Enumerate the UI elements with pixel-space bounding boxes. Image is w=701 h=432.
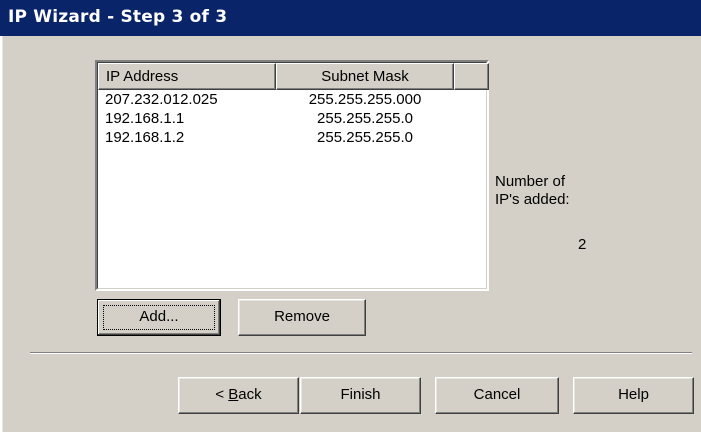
ip-address-cell: 192.168.1.1 [105, 110, 185, 127]
ip-list-view[interactable]: IP Address Subnet Mask 207.232.012.025 2… [95, 60, 489, 291]
cancel-button[interactable]: Cancel [435, 377, 559, 414]
window-title: IP Wizard - Step 3 of 3 [8, 7, 228, 27]
list-item[interactable]: 207.232.012.025 255.255.255.000 [98, 90, 488, 109]
ip-count-label-line1: Number of [495, 173, 566, 190]
add-button[interactable]: Add... [97, 299, 221, 336]
list-item[interactable]: 192.168.1.2 255.255.255.0 [98, 128, 488, 147]
subnet-mask-cell: 255.255.255.000 [308, 91, 422, 108]
remove-button-label: Remove [274, 308, 330, 325]
separator-highlight [30, 353, 692, 354]
subnet-mask-cell: 255.255.255.0 [317, 129, 413, 146]
title-bar: IP Wizard - Step 3 of 3 [0, 0, 701, 36]
back-button[interactable]: < Back [178, 377, 299, 414]
ip-count-label: Number of IP's added: [495, 173, 570, 209]
remove-button[interactable]: Remove [238, 299, 366, 336]
subnet-mask-cell: 255.255.255.0 [317, 110, 413, 127]
column-header-ip-address[interactable]: IP Address [98, 63, 276, 90]
ip-address-cell: 192.168.1.2 [105, 129, 185, 146]
back-button-label: < Back [215, 386, 262, 403]
column-header-empty[interactable] [454, 63, 489, 90]
help-button[interactable]: Help [573, 377, 694, 414]
ip-count-value: 2 [578, 236, 587, 253]
ip-count-label-line2: IP's added: [495, 191, 570, 208]
list-item[interactable]: 192.168.1.1 255.255.255.0 [98, 109, 488, 128]
window-frame-left-inner [2, 0, 3, 432]
cancel-button-label: Cancel [473, 386, 521, 403]
finish-button[interactable]: Finish [300, 377, 421, 414]
focus-rectangle [103, 305, 215, 330]
finish-button-label: Finish [340, 386, 381, 403]
ip-address-cell: 207.232.012.025 [105, 91, 218, 108]
ip-list-inner: IP Address Subnet Mask 207.232.012.025 2… [97, 62, 489, 289]
column-header-subnet-mask[interactable]: Subnet Mask [276, 63, 454, 90]
help-button-label: Help [618, 386, 649, 403]
